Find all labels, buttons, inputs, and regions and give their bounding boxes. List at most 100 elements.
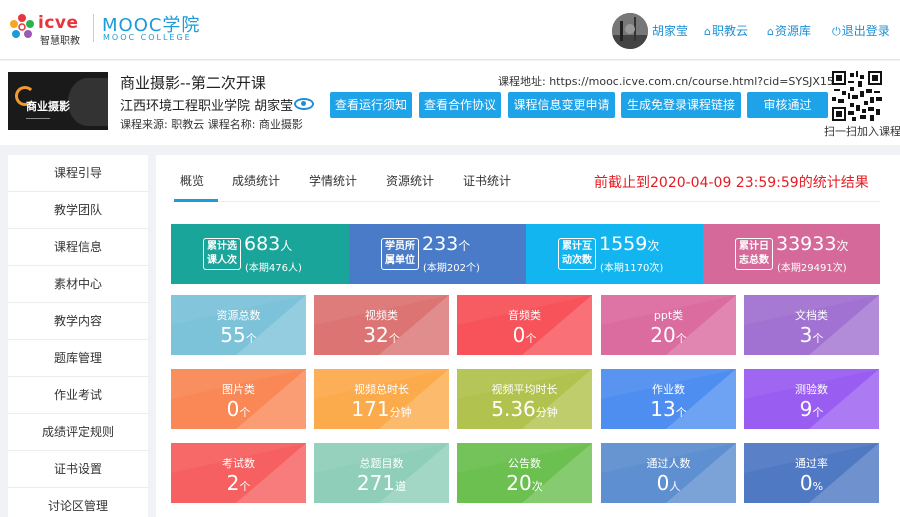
sidebar-item-course-info[interactable]: 课程信息 xyxy=(8,229,148,266)
course-source: 课程来源: 职教云 课程名称: 商业摄影 xyxy=(120,118,303,131)
tab-certificate-stats[interactable]: 证书统计 xyxy=(463,172,511,189)
qr-code-icon xyxy=(832,71,882,121)
tile-value: 20个 xyxy=(650,323,687,347)
tile-video-avg[interactable]: 视频平均时长 5.36分钟 xyxy=(457,369,592,429)
course-school: 江西环境工程职业学院 胡家莹 xyxy=(120,99,294,114)
sidebar: 课程引导 教学团队 课程信息 素材中心 教学内容 题库管理 作业考试 成绩评定规… xyxy=(8,155,148,517)
tab-overview[interactable]: 概览 xyxy=(180,172,204,189)
course-thumbnail[interactable]: 商业摄影 ━━━━━━━━━━ xyxy=(8,72,108,130)
icve-logo[interactable]: icve 智慧职教 xyxy=(8,10,90,47)
nav-ziyuanku-label: 资源库 xyxy=(774,24,811,38)
summary-period: (本期202个) xyxy=(423,263,480,274)
user-name-link[interactable]: 胡家莹 xyxy=(652,22,688,39)
summary-logs[interactable]: 累计日志总数 33933次 (本期29491次) xyxy=(703,224,880,284)
tile-title: 资源总数 xyxy=(216,309,261,322)
tile-announcements[interactable]: 公告数 20次 xyxy=(457,443,592,503)
tile-ppt[interactable]: ppt类 20个 xyxy=(601,295,736,355)
tile-value: 0% xyxy=(799,471,824,495)
summary-student-units[interactable]: 学员所属单位 233个 (本期202个) xyxy=(349,224,526,284)
tile-value: 2个 xyxy=(226,471,251,495)
summary-value: 683人 xyxy=(244,233,293,255)
thumbnail-caption: ━━━━━━━━━━ xyxy=(26,116,51,121)
tile-title: 图片类 xyxy=(222,383,255,396)
sidebar-item-grading-rules[interactable]: 成绩评定规则 xyxy=(8,414,148,451)
tile-video-duration[interactable]: 视频总时长 171分钟 xyxy=(314,369,449,429)
tile-title: ppt类 xyxy=(653,309,684,322)
summary-course-enrollments[interactable]: 累计选课人次 683人 (本期476人) xyxy=(171,224,349,284)
tile-value: 32个 xyxy=(363,323,400,347)
change-request-button[interactable]: 课程信息变更申请 xyxy=(508,92,615,118)
summary-badge: 累计日志总数 xyxy=(735,238,773,270)
tile-quiz[interactable]: 测验数 9个 xyxy=(744,369,879,429)
sidebar-item-homework-exam[interactable]: 作业考试 xyxy=(8,377,148,414)
user-avatar[interactable] xyxy=(612,13,648,49)
tile-title: 公告数 xyxy=(508,457,541,470)
sidebar-item-teaching-team[interactable]: 教学团队 xyxy=(8,192,148,229)
logout-link[interactable]: ⏻退出登录 xyxy=(832,22,890,39)
nav-zhijiaoyun-label: 职教云 xyxy=(711,24,748,38)
tab-score-stats[interactable]: 成绩统计 xyxy=(232,172,280,189)
tile-title: 文档类 xyxy=(795,309,828,322)
sidebar-item-course-guide[interactable]: 课程引导 xyxy=(8,155,148,192)
summary-value: 233个 xyxy=(422,233,471,255)
summary-value: 33933次 xyxy=(776,233,849,255)
summary-badge: 学员所属单位 xyxy=(381,238,419,270)
tile-value: 0人 xyxy=(656,471,681,495)
icve-wordmark: icve xyxy=(38,13,79,33)
home-icon: ⌂ xyxy=(704,25,711,38)
summary-period: (本期29491次) xyxy=(777,263,847,274)
tile-audio[interactable]: 音频类 0个 xyxy=(457,295,592,355)
view-run-notice-button[interactable]: 查看运行须知 xyxy=(330,92,412,118)
summary-value: 1559次 xyxy=(599,233,660,255)
tile-title: 总题目数 xyxy=(359,457,404,470)
sidebar-item-question-bank[interactable]: 题库管理 xyxy=(8,340,148,377)
course-url: 课程地址: https://mooc.icve.com.cn/course.ht… xyxy=(498,75,862,88)
tile-value: 13个 xyxy=(650,397,687,421)
tile-total-resources[interactable]: 资源总数 55个 xyxy=(171,295,306,355)
eye-icon[interactable] xyxy=(294,98,314,110)
tile-exam[interactable]: 考试数 2个 xyxy=(171,443,306,503)
avatar-photo-icon xyxy=(612,13,648,49)
sidebar-item-material-center[interactable]: 素材中心 xyxy=(8,266,148,303)
tile-value: 9个 xyxy=(799,397,824,421)
tile-pass-rate[interactable]: 通过率 0% xyxy=(744,443,879,503)
nav-ziyuanku[interactable]: ⌂资源库 xyxy=(767,22,811,39)
sidebar-item-teaching-content[interactable]: 教学内容 xyxy=(8,303,148,340)
tile-value: 0个 xyxy=(512,323,537,347)
sidebar-item-certificate[interactable]: 证书设置 xyxy=(8,451,148,488)
view-agreement-button[interactable]: 查看合作协议 xyxy=(419,92,501,118)
tile-title: 视频总时长 xyxy=(354,383,409,396)
tile-title: 音频类 xyxy=(508,309,541,322)
generate-link-button[interactable]: 生成免登录课程链接 xyxy=(621,92,741,118)
summary-badge: 累计互动次数 xyxy=(558,238,596,270)
tile-value: 55个 xyxy=(220,323,257,347)
nav-zhijiaoyun[interactable]: ⌂职教云 xyxy=(704,22,748,39)
tile-value: 20次 xyxy=(506,471,543,495)
summary-interactions[interactable]: 累计互动次数 1559次 (本期1170次) xyxy=(526,224,703,284)
tab-resource-stats[interactable]: 资源统计 xyxy=(386,172,434,189)
tile-video[interactable]: 视频类 32个 xyxy=(314,295,449,355)
stats-tabs: 概览 成绩统计 学情统计 资源统计 证书统计 前截止到2020-04-09 23… xyxy=(172,155,880,202)
tile-value: 0个 xyxy=(226,397,251,421)
tile-homework[interactable]: 作业数 13个 xyxy=(601,369,736,429)
tab-learning-stats[interactable]: 学情统计 xyxy=(309,172,357,189)
tile-image[interactable]: 图片类 0个 xyxy=(171,369,306,429)
tile-title: 通过人数 xyxy=(646,457,691,470)
approve-button[interactable]: 审核通过 xyxy=(747,92,828,118)
tile-value: 171分钟 xyxy=(351,397,412,421)
tile-total-questions[interactable]: 总题目数 271道 xyxy=(314,443,449,503)
logout-label: 退出登录 xyxy=(841,24,890,38)
tile-document[interactable]: 文档类 3个 xyxy=(744,295,879,355)
active-tab-underline xyxy=(174,199,218,202)
stat-cutoff-time: 前截止到2020-04-09 23:59:59的统计结果 xyxy=(594,175,869,191)
sidebar-item-discussion[interactable]: 讨论区管理 xyxy=(8,488,148,517)
top-header: icve 智慧职教 MOOC学院 MOOC COLLEGE 胡家莹 ⌂职教云 ⌂… xyxy=(0,0,900,60)
home-icon: ⌂ xyxy=(767,25,774,38)
tile-title: 通过率 xyxy=(795,457,828,470)
tile-value: 3个 xyxy=(799,323,824,347)
tile-value: 5.36分钟 xyxy=(491,397,558,421)
tile-passed-count[interactable]: 通过人数 0人 xyxy=(601,443,736,503)
thumbnail-label: 商业摄影 xyxy=(26,100,70,113)
tile-title: 作业数 xyxy=(652,383,685,396)
tile-title: 测验数 xyxy=(795,383,828,396)
